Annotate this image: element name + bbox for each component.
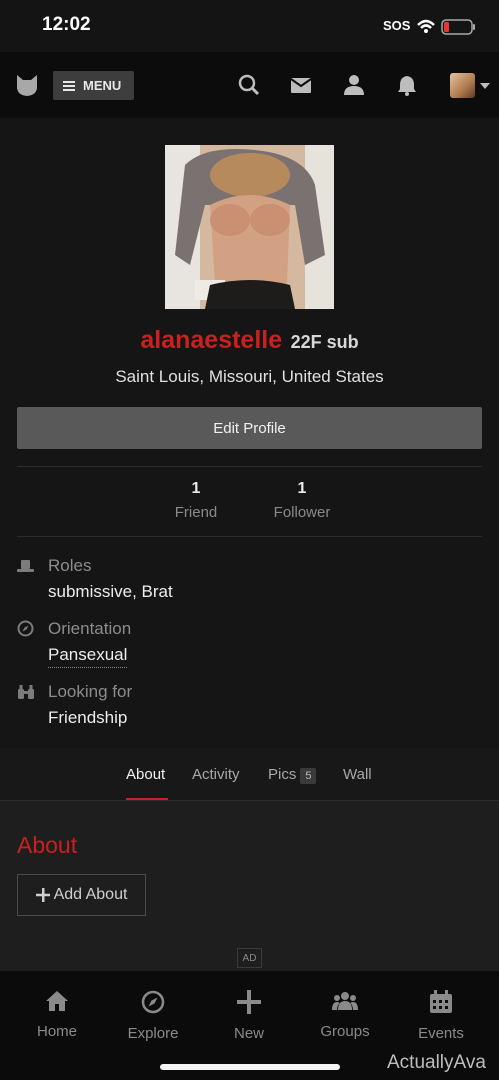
tab-pics[interactable]: Pics 5: [268, 766, 317, 784]
add-about-button[interactable]: Add About: [17, 874, 146, 916]
nav-explore-label: Explore: [127, 1025, 179, 1042]
profile-meta: 22F sub: [290, 332, 359, 352]
mail-icon[interactable]: [290, 74, 312, 96]
nav-groups-label: Groups: [320, 1023, 370, 1040]
nav-events-label: Events: [418, 1025, 464, 1042]
nav-home-label: Home: [36, 1023, 77, 1040]
add-about-label: Add About: [53, 886, 128, 903]
nav-explore[interactable]: Explore: [113, 990, 193, 1042]
groups-icon: [332, 992, 358, 1010]
chevron-down-icon[interactable]: [480, 83, 490, 89]
orientation-value[interactable]: Pansexual: [48, 645, 128, 668]
home-indicator: [160, 1064, 340, 1070]
looking-for-value: Friendship: [48, 708, 128, 727]
avatar[interactable]: [450, 73, 475, 98]
roles-value: submissive, Brat: [48, 582, 173, 601]
location: Saint Louis, Missouri, United States: [115, 367, 384, 386]
roles-label: Roles: [48, 556, 92, 575]
bell-icon[interactable]: [396, 74, 418, 96]
about-title: About: [17, 832, 78, 858]
user-icon[interactable]: [343, 74, 365, 96]
followers-stat[interactable]: 1 Follower: [252, 480, 352, 521]
watermark: ActuallyAva: [387, 1052, 486, 1073]
calendar-icon: [430, 990, 452, 1013]
profile-photo-image: [165, 145, 334, 309]
signal-battery-icon: [417, 19, 475, 35]
orientation-label: Orientation: [48, 619, 132, 638]
plus-icon: [237, 990, 261, 1014]
profile-tabs: About Activity Pics 5 Wall: [0, 748, 499, 801]
divider: [17, 466, 482, 467]
compass-icon: [17, 620, 34, 637]
status-time: 12:02: [42, 14, 91, 35]
ad-badge: AD: [237, 948, 262, 968]
home-icon: [46, 991, 68, 1011]
username: alanaestelle: [140, 326, 283, 354]
hamburger-icon: [63, 80, 75, 91]
tab-about[interactable]: About: [126, 766, 165, 783]
logo-icon[interactable]: [15, 73, 39, 97]
active-tab-indicator: [126, 798, 168, 800]
hat-icon: [17, 560, 34, 572]
status-bar: 12:02 SOS: [0, 0, 499, 52]
search-icon[interactable]: [238, 74, 260, 96]
sos-indicator: SOS: [383, 18, 411, 33]
menu-button[interactable]: MENU: [53, 71, 134, 100]
binoculars-icon: [18, 685, 34, 699]
nav-new[interactable]: New: [209, 990, 289, 1042]
divider: [17, 536, 482, 537]
friends-count: 1: [191, 480, 201, 497]
compass-icon: [141, 990, 165, 1014]
tab-wall[interactable]: Wall: [343, 766, 372, 783]
menu-label: MENU: [83, 78, 122, 93]
nav-home[interactable]: Home: [17, 990, 97, 1040]
friends-stat[interactable]: 1 Friend: [146, 480, 246, 521]
tab-pics-label: Pics: [268, 766, 297, 783]
looking-for-label: Looking for: [48, 682, 133, 701]
profile-photo[interactable]: [165, 145, 334, 309]
nav-new-label: New: [233, 1025, 264, 1042]
nav-groups[interactable]: Groups: [305, 990, 385, 1040]
edit-profile-button[interactable]: Edit Profile: [17, 407, 482, 449]
plus-icon: [35, 888, 50, 902]
top-navbar: MENU: [0, 52, 499, 118]
followers-label: Follower: [273, 504, 331, 521]
username-row: alanaestelle 22F sub: [0, 326, 499, 355]
pics-count-badge: 5: [300, 768, 317, 784]
tab-activity[interactable]: Activity: [192, 766, 240, 783]
nav-events[interactable]: Events: [401, 990, 481, 1042]
friends-label: Friend: [174, 504, 218, 521]
followers-count: 1: [297, 480, 307, 497]
